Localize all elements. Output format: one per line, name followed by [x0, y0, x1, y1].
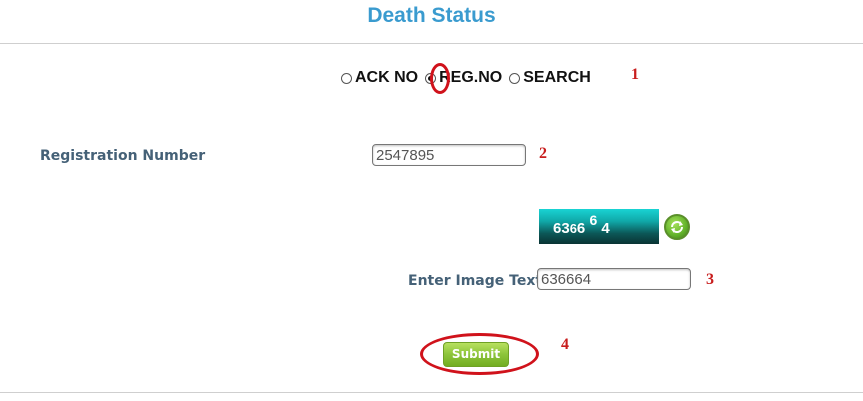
step-number-3: 3	[706, 271, 714, 288]
search-type-group: ACK NO REG.NO SEARCH	[341, 68, 598, 88]
refresh-icon[interactable]	[664, 214, 690, 240]
captcha-image: 6366 6 4	[539, 209, 659, 244]
header-divider	[0, 43, 863, 44]
radio-ack-no-label[interactable]: ACK NO	[355, 69, 418, 87]
radio-ack-no[interactable]	[341, 72, 352, 84]
registration-number-input[interactable]	[372, 144, 526, 166]
radio-search[interactable]	[509, 72, 521, 84]
refresh-arrows-icon	[671, 221, 683, 233]
registration-number-label: Registration Number	[40, 148, 206, 164]
radio-search-label[interactable]: SEARCH	[523, 69, 591, 87]
captcha-text: 6366 6 4	[553, 212, 610, 237]
step-number-4: 4	[561, 336, 569, 353]
enter-image-text-label: Enter Image Text	[408, 273, 543, 289]
page-title: Death Status	[367, 4, 496, 27]
image-text-input[interactable]	[537, 268, 691, 290]
step-number-1: 1	[631, 66, 639, 83]
highlight-oval-radio	[430, 63, 450, 94]
step-number-2: 2	[539, 145, 547, 162]
footer-divider	[0, 392, 863, 393]
submit-button[interactable]: Submit	[443, 342, 509, 367]
